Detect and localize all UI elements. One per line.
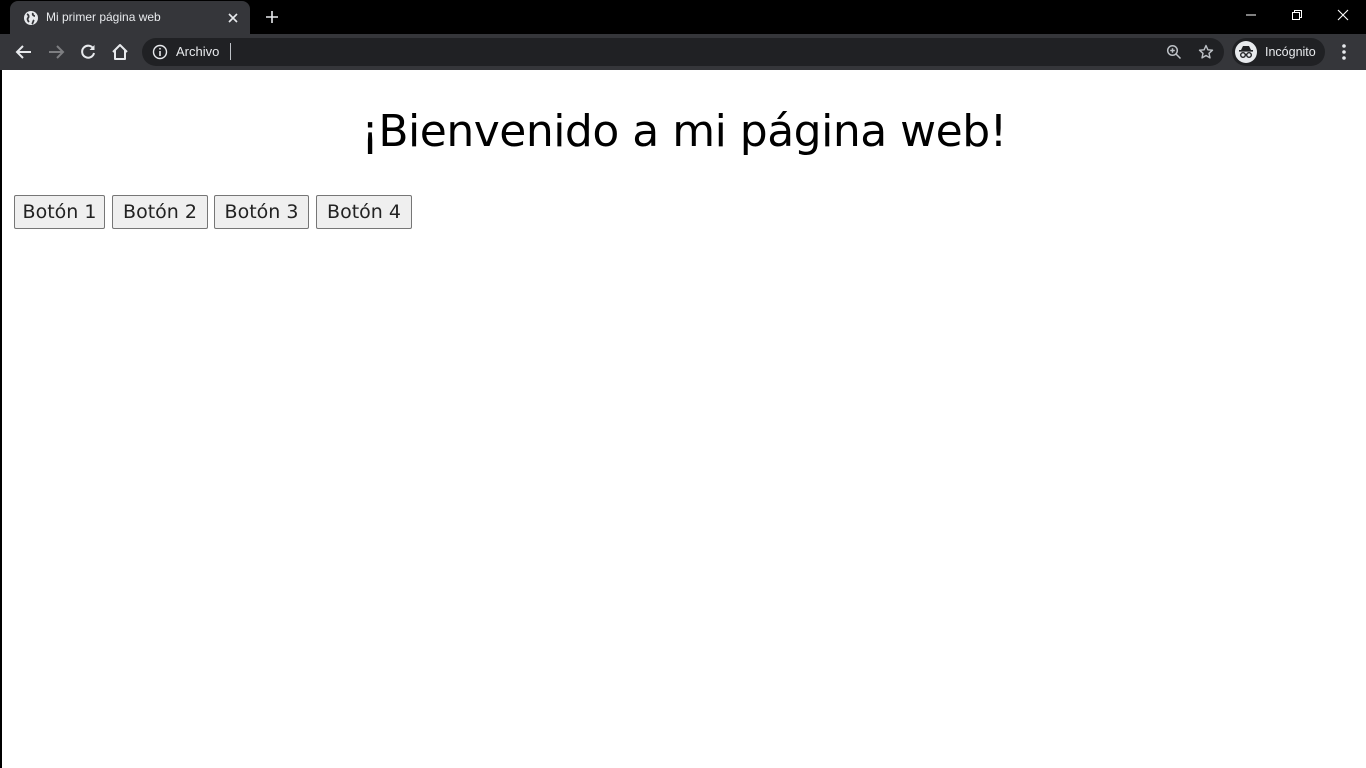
text-cursor — [230, 43, 231, 60]
tab-title: Mi primer página web — [46, 10, 161, 24]
incognito-label: Incógnito — [1265, 45, 1316, 59]
zoom-icon[interactable] — [1166, 44, 1182, 60]
close-tab-icon[interactable] — [225, 10, 241, 26]
info-icon[interactable] — [152, 44, 168, 60]
globe-icon — [23, 10, 39, 26]
browser-tab[interactable]: Mi primer página web — [10, 1, 250, 34]
close-window-icon[interactable] — [1320, 0, 1366, 30]
incognito-icon — [1235, 41, 1257, 63]
page-viewport: ¡Bienvenido a mi página web! Botón 1 Bot… — [2, 70, 1366, 768]
incognito-profile-button[interactable]: Incógnito — [1232, 38, 1325, 66]
browser-toolbar: Archivo Incógnito — [0, 34, 1366, 70]
bookmark-star-icon[interactable] — [1198, 44, 1214, 60]
forward-icon[interactable] — [44, 40, 68, 64]
button-4[interactable]: Botón 4 — [316, 195, 412, 229]
tab-strip: Mi primer página web — [0, 0, 1366, 34]
button-2[interactable]: Botón 2 — [112, 195, 208, 229]
home-icon[interactable] — [108, 40, 132, 64]
minimize-window-icon[interactable] — [1228, 0, 1274, 30]
button-1[interactable]: Botón 1 — [14, 195, 105, 229]
page-heading: ¡Bienvenido a mi página web! — [361, 106, 1007, 157]
site-info-label: Archivo — [176, 44, 220, 59]
address-bar[interactable]: Archivo — [142, 38, 1224, 66]
back-icon[interactable] — [12, 40, 36, 64]
new-tab-icon[interactable] — [262, 7, 282, 27]
button-3[interactable]: Botón 3 — [214, 195, 309, 229]
more-menu-icon[interactable] — [1334, 40, 1354, 64]
reload-icon[interactable] — [76, 40, 100, 64]
restore-window-icon[interactable] — [1274, 0, 1320, 30]
